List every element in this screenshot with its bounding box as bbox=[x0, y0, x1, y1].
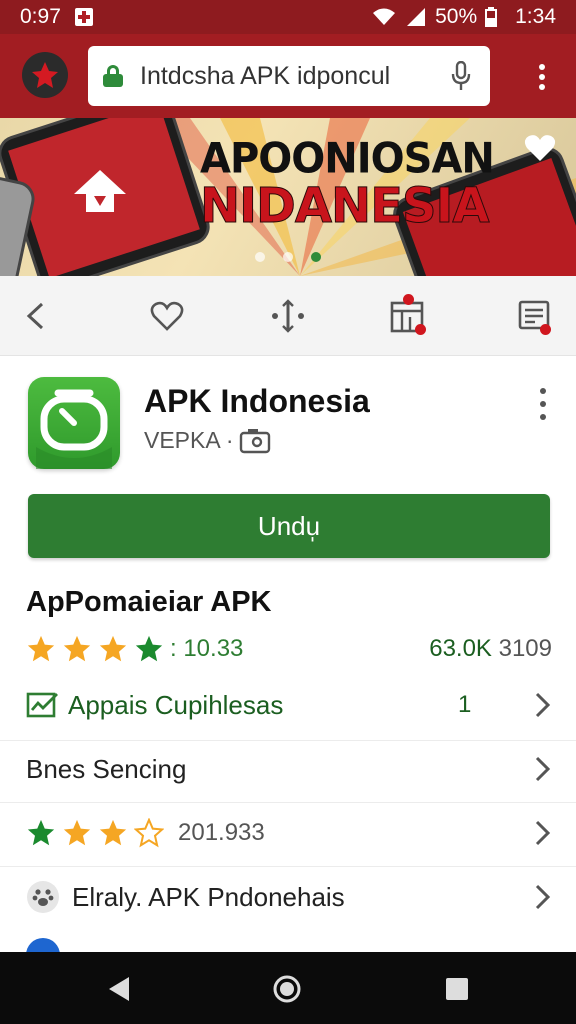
carousel-dots bbox=[0, 252, 576, 262]
browser-top-bar: Intdcsha APK idponcul bbox=[0, 34, 576, 118]
url-text[interactable]: Intdcsha APK idponcul bbox=[140, 62, 446, 91]
star-filled-icon bbox=[27, 635, 55, 662]
url-bar[interactable]: Intdcsha APK idponcul bbox=[88, 46, 490, 106]
camera-badge-icon bbox=[240, 428, 271, 453]
apps-grid-icon[interactable] bbox=[385, 294, 429, 338]
carousel-dot[interactable] bbox=[283, 252, 293, 262]
notification-dot bbox=[403, 294, 414, 305]
chevron-right-icon bbox=[535, 884, 551, 910]
notes-icon[interactable] bbox=[512, 294, 556, 338]
notification-dot bbox=[415, 324, 426, 335]
list-label: Bnes Sencing bbox=[26, 753, 187, 784]
app-logo-icon[interactable] bbox=[22, 52, 68, 98]
signal-icon bbox=[407, 8, 426, 26]
star-filled-icon bbox=[63, 819, 91, 846]
chart-check-icon bbox=[26, 692, 58, 718]
nav-recents-icon[interactable] bbox=[442, 974, 472, 1004]
star-filled-icon bbox=[99, 819, 127, 846]
divider bbox=[0, 866, 576, 867]
stopwatch-icon bbox=[36, 389, 112, 469]
status-bar: 0:97 50% 1:34 bbox=[0, 0, 576, 34]
mic-icon[interactable] bbox=[446, 58, 476, 94]
battery-icon bbox=[485, 7, 498, 27]
status-time-left: 0:97 bbox=[20, 5, 61, 28]
list-value: 1 bbox=[458, 691, 472, 718]
divider bbox=[0, 740, 576, 741]
system-nav-bar bbox=[0, 952, 576, 1024]
favorite-heart-icon[interactable] bbox=[524, 134, 556, 167]
carousel-dot-active[interactable] bbox=[311, 252, 321, 262]
action-toolbar bbox=[0, 276, 576, 356]
app-icon[interactable] bbox=[28, 377, 120, 469]
rating-row: : 10.33 63.0K 3109 bbox=[26, 632, 552, 666]
divider bbox=[0, 802, 576, 803]
review-count: 201.933 bbox=[178, 819, 265, 846]
lock-icon bbox=[102, 65, 124, 87]
star-filled-icon bbox=[99, 635, 127, 662]
rating-stars bbox=[26, 634, 164, 664]
star-filled-icon bbox=[63, 635, 91, 662]
downloads-secondary: 3109 bbox=[498, 635, 552, 662]
heart-icon[interactable] bbox=[145, 294, 189, 338]
install-button[interactable]: Undu̩ bbox=[28, 494, 550, 558]
wifi-icon bbox=[373, 8, 396, 25]
share-move-icon[interactable] bbox=[266, 294, 310, 338]
back-icon[interactable] bbox=[14, 294, 58, 338]
review-stars bbox=[26, 818, 164, 848]
carousel-dot[interactable] bbox=[255, 252, 265, 262]
chevron-right-icon bbox=[535, 756, 551, 782]
app-more-icon[interactable] bbox=[538, 388, 548, 420]
list-item-settings[interactable]: Bnes Sencing bbox=[26, 744, 552, 794]
medical-plus-icon bbox=[74, 8, 93, 26]
star-green-icon bbox=[27, 819, 55, 846]
banner-logo-icon bbox=[74, 170, 126, 212]
screen-root: 0:97 50% 1:34 Intdcsha APK idponcul APOO… bbox=[0, 0, 576, 1024]
chevron-right-icon bbox=[535, 692, 551, 718]
list-item-reviews[interactable]: 201.933 bbox=[26, 808, 552, 858]
downloads-primary: 63.0K bbox=[429, 635, 492, 662]
battery-percent: 50% bbox=[435, 5, 478, 28]
app-developer[interactable]: VEPKA · bbox=[144, 427, 271, 454]
chevron-right-icon bbox=[535, 820, 551, 846]
list-label: Appais Cupihlesas bbox=[68, 689, 284, 720]
banner-title: APOONIOSAN NIDANESIA bbox=[200, 134, 495, 235]
more-vert-icon[interactable] bbox=[538, 64, 546, 90]
paw-icon bbox=[27, 881, 59, 913]
list-item-permissions[interactable]: Appais Cupihlesas 1 bbox=[26, 680, 552, 730]
status-right: 50% 1:34 bbox=[371, 5, 556, 29]
status-clock: 1:34 bbox=[515, 5, 556, 28]
nav-back-icon[interactable] bbox=[104, 974, 134, 1004]
star-green-icon bbox=[135, 635, 163, 662]
status-left: 0:97 bbox=[20, 5, 93, 29]
section-title: ApPomaieiar APK bbox=[26, 586, 272, 618]
list-label: Elraly. APK Pndonehais bbox=[72, 881, 345, 912]
list-item-about[interactable]: Elraly. APK Pndonehais bbox=[26, 872, 552, 922]
developer-name: VEPKA · bbox=[144, 427, 234, 453]
app-name: APK Indonesia bbox=[144, 383, 370, 419]
nav-home-icon[interactable] bbox=[272, 974, 302, 1004]
banner-line2: NIDANESIA bbox=[200, 178, 491, 235]
banner-line1: APOONIOSAN bbox=[200, 134, 495, 184]
download-stats: 63.0K 3109 bbox=[429, 635, 552, 663]
rating-value: : 10.33 bbox=[170, 635, 244, 662]
notification-dot bbox=[540, 324, 551, 335]
star-empty-icon bbox=[134, 818, 164, 848]
